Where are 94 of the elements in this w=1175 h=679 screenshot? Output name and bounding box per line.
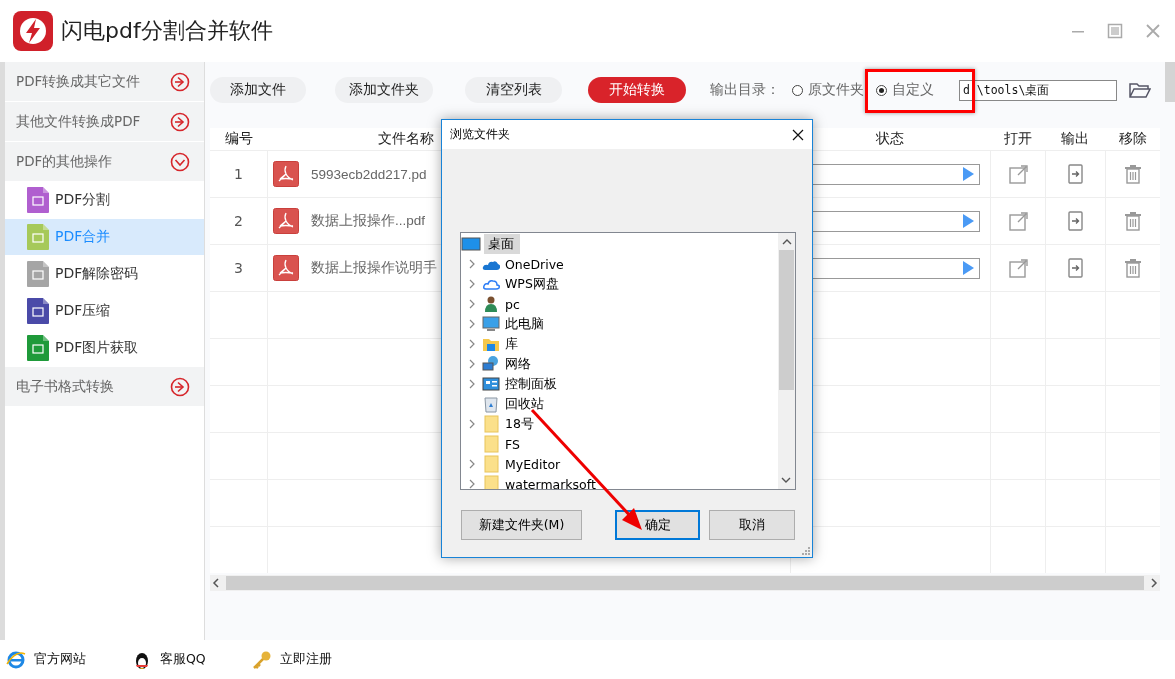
close-icon[interactable]	[792, 128, 804, 141]
column-header: 状态	[876, 130, 904, 148]
export-icon[interactable]	[1067, 164, 1084, 184]
app-title: 闪电pdf分割合并软件	[61, 17, 273, 45]
tree-item[interactable]: 回收站	[461, 394, 778, 414]
dialog-title: 浏览文件夹	[450, 126, 510, 143]
file-name: 数据上报操作...pdf	[311, 212, 426, 230]
tree-item[interactable]: FS	[461, 434, 778, 454]
key-icon	[251, 649, 272, 670]
play-icon[interactable]	[963, 214, 974, 228]
radio-button[interactable]	[792, 84, 803, 96]
radio-label[interactable]: 原文件夹	[808, 81, 864, 99]
collapse-icon	[170, 151, 190, 172]
folder-icon	[482, 435, 500, 453]
sidebar-category[interactable]: 其他文件转换成PDF	[5, 102, 204, 141]
trash-icon[interactable]	[1124, 164, 1142, 184]
monitor-icon	[461, 236, 481, 252]
recycle-bin-icon	[482, 395, 500, 413]
file-type-icon	[27, 261, 49, 287]
browser-icon	[6, 649, 26, 670]
tree-item[interactable]: pc	[461, 294, 778, 314]
tree-item[interactable]: watermarksoft	[461, 474, 778, 489]
control-panel-icon	[482, 375, 500, 393]
folder-icon	[482, 455, 500, 473]
row-number: 3	[234, 260, 243, 276]
folder-icon	[482, 415, 500, 433]
toolbar-button[interactable]: 开始转换	[588, 77, 686, 103]
file-type-icon	[27, 335, 49, 361]
horizontal-scrollbar[interactable]	[210, 575, 1160, 591]
output-label: 输出目录：	[710, 81, 780, 99]
open-icon[interactable]	[1008, 211, 1028, 231]
tree-item[interactable]: MyEditor	[461, 454, 778, 474]
column-header: 文件名称	[378, 130, 434, 148]
monitor-icon	[482, 315, 500, 333]
file-name: 数据上报操作说明手	[311, 259, 437, 277]
file-name: 5993ecb2dd217.pd	[311, 166, 427, 182]
tree-item[interactable]: 桌面	[461, 234, 778, 254]
folder-icon[interactable]	[1129, 81, 1151, 99]
maximize-icon[interactable]	[1107, 23, 1123, 39]
tree-item[interactable]: 18号	[461, 414, 778, 434]
footer-link[interactable]: 立即注册	[251, 649, 332, 670]
column-header: 输出	[1061, 130, 1089, 148]
trash-icon[interactable]	[1124, 211, 1142, 231]
play-icon[interactable]	[963, 167, 974, 181]
expand-icon	[170, 111, 190, 132]
app-logo	[13, 11, 53, 51]
resize-grip-icon	[802, 547, 810, 555]
dialog-button[interactable]: 取消	[709, 510, 795, 540]
row-number: 2	[234, 213, 243, 229]
vertical-scrollbar[interactable]	[1165, 62, 1175, 102]
footer-link[interactable]: 客服QQ	[132, 649, 206, 670]
open-icon[interactable]	[1008, 258, 1028, 278]
file-type-icon	[27, 187, 49, 213]
footer-link[interactable]: 官方网站	[6, 649, 86, 670]
sidebar-category[interactable]: PDF的其他操作	[5, 142, 204, 181]
file-type-icon	[27, 298, 49, 324]
sidebar-category[interactable]: 电子书格式转换	[5, 367, 204, 406]
radio-label[interactable]: 自定义	[892, 81, 934, 99]
tree-item[interactable]: WPS网盘	[461, 274, 778, 294]
radio-button[interactable]	[876, 84, 887, 96]
pdf-file-icon	[273, 208, 299, 234]
play-icon[interactable]	[963, 261, 974, 275]
expand-icon	[170, 376, 190, 397]
scroll-down-icon[interactable]	[781, 476, 791, 484]
column-header: 移除	[1118, 130, 1147, 148]
pdf-file-icon	[273, 255, 299, 281]
dialog-button[interactable]: 确定	[615, 510, 700, 540]
scroll-left-icon[interactable]	[210, 577, 222, 589]
expand-icon	[170, 71, 190, 92]
vertical-scrollbar[interactable]	[778, 233, 795, 489]
column-header: 编号	[224, 130, 253, 148]
row-number: 1	[234, 166, 243, 182]
tree-item[interactable]: 库	[461, 334, 778, 354]
scroll-right-icon[interactable]	[1148, 577, 1160, 589]
tree-item[interactable]: 控制面板	[461, 374, 778, 394]
tree-item[interactable]: OneDrive	[461, 254, 778, 274]
folder-icon	[482, 475, 500, 489]
toolbar-button[interactable]: 添加文件	[210, 77, 306, 103]
column-header: 打开	[1003, 130, 1032, 148]
file-type-icon	[27, 224, 49, 250]
scroll-up-icon[interactable]	[781, 238, 792, 246]
user-icon	[482, 295, 500, 313]
sidebar-category[interactable]: PDF转换成其它文件	[5, 62, 204, 101]
open-icon[interactable]	[1008, 164, 1028, 184]
tree-item[interactable]: 网络	[461, 354, 778, 374]
network-icon	[482, 355, 500, 373]
export-icon[interactable]	[1067, 211, 1084, 231]
trash-icon[interactable]	[1124, 258, 1142, 278]
export-icon[interactable]	[1067, 258, 1084, 278]
dialog-button[interactable]: 新建文件夹(M)	[461, 510, 582, 540]
tree-item[interactable]: 此电脑	[461, 314, 778, 334]
pdf-file-icon	[273, 161, 299, 187]
toolbar-button[interactable]: 清空列表	[465, 77, 562, 103]
toolbar-button[interactable]: 添加文件夹	[335, 77, 433, 103]
